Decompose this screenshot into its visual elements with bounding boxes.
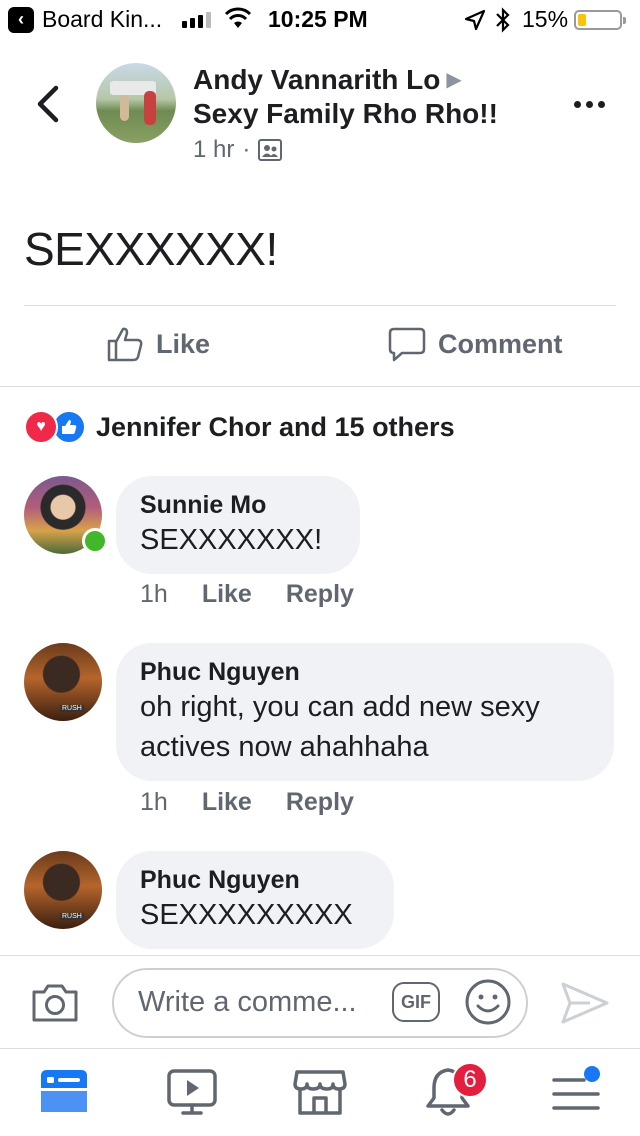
comment-text-line-2: actives now ahahhaha — [140, 731, 429, 763]
battery-percent: 15% — [522, 6, 569, 32]
commenter-avatar[interactable]: RUSH — [24, 643, 102, 721]
comment-like-button[interactable]: Like — [202, 580, 252, 609]
comment-button-label: Comment — [438, 328, 563, 359]
reactions-summary[interactable]: ♥ Jennifer Chor and 15 others — [24, 410, 455, 444]
divider — [0, 955, 640, 956]
post-author-line[interactable]: Andy Vannarith Lo ▶ — [193, 64, 462, 96]
comment-input-placeholder: Write a comme... — [138, 986, 357, 1018]
wifi-icon — [224, 7, 252, 28]
gif-button[interactable]: GIF — [392, 982, 440, 1022]
comment-text: SEXXXXXXXXX — [140, 899, 353, 931]
battery-icon — [574, 10, 626, 30]
comment-like-button[interactable]: Like — [202, 788, 252, 817]
divider — [24, 305, 616, 306]
tab-news-feed-icon[interactable] — [36, 1064, 92, 1120]
comment-button[interactable]: Comment — [388, 325, 563, 363]
comment-text: SEXXXXXXX! — [140, 524, 323, 556]
like-button-label: Like — [156, 328, 211, 359]
like-button[interactable]: Like — [106, 325, 210, 363]
back-to-app[interactable]: ‹ Board Kin... — [8, 6, 162, 33]
post-time: 1 hr — [193, 136, 235, 163]
reactions-count-text: Jennifer Chor and 15 others — [96, 411, 455, 442]
comment-reply-button[interactable]: Reply — [286, 788, 354, 817]
back-to-app-icon: ‹ — [8, 6, 34, 33]
comment-actions: 1h Like Reply — [140, 788, 354, 817]
comment-time: 1h — [140, 580, 168, 608]
camera-icon[interactable] — [30, 980, 80, 1024]
more-options-icon[interactable] — [574, 94, 610, 114]
online-status-icon — [82, 528, 108, 554]
notifications-badge: 6 — [452, 1062, 488, 1098]
divider — [0, 386, 640, 387]
post-meta: 1 hr · — [193, 136, 283, 164]
commenter-name[interactable]: Sunnie Mo — [140, 490, 336, 520]
comment-reply-button[interactable]: Reply — [286, 580, 354, 609]
tab-marketplace-icon[interactable] — [292, 1064, 348, 1120]
comment-bubble[interactable]: Phuc Nguyen oh right, you can add new se… — [116, 643, 614, 781]
comment-bubble[interactable]: Sunnie Mo SEXXXXXXX! — [116, 476, 360, 574]
tab-watch-icon[interactable] — [164, 1064, 220, 1120]
commenter-avatar[interactable]: RUSH — [24, 851, 102, 929]
post-group-name[interactable]: Sexy Family Rho Rho!! — [193, 98, 498, 130]
post-body-text: SEXXXXXX! — [24, 223, 278, 275]
commenter-name[interactable]: Phuc Nguyen — [140, 657, 590, 687]
love-reaction-icon: ♥ — [24, 410, 58, 444]
play-arrow-icon: ▶ — [446, 69, 462, 91]
location-icon — [464, 9, 486, 31]
group-privacy-icon — [258, 139, 283, 161]
comment-bubble[interactable]: Phuc Nguyen SEXXXXXXXXX — [116, 851, 394, 949]
bluetooth-icon — [496, 7, 510, 33]
thumbs-up-icon — [107, 327, 143, 362]
author-avatar[interactable] — [96, 63, 176, 143]
post-author-name[interactable]: Andy Vannarith Lo — [193, 64, 440, 95]
back-to-app-label: Board Kin... — [42, 6, 163, 32]
sticker-smile-icon[interactable] — [464, 978, 512, 1026]
commenter-name[interactable]: Phuc Nguyen — [140, 865, 370, 895]
comment-actions: 1h Like Reply — [140, 580, 354, 609]
status-time: 10:25 PM — [268, 6, 368, 32]
status-bar: ‹ Board Kin... 10:25 PM 15% — [0, 0, 640, 40]
comment-time: 1h — [140, 788, 168, 816]
cellular-signal-icon — [182, 10, 211, 28]
comment-bubble-icon — [388, 327, 426, 362]
send-icon[interactable] — [560, 980, 610, 1026]
comment-text-line-1: oh right, you can add new sexy — [140, 691, 540, 723]
meta-separator: · — [242, 136, 251, 163]
menu-notification-dot — [584, 1066, 600, 1082]
back-chevron-icon[interactable] — [30, 82, 70, 126]
divider — [0, 1048, 640, 1049]
